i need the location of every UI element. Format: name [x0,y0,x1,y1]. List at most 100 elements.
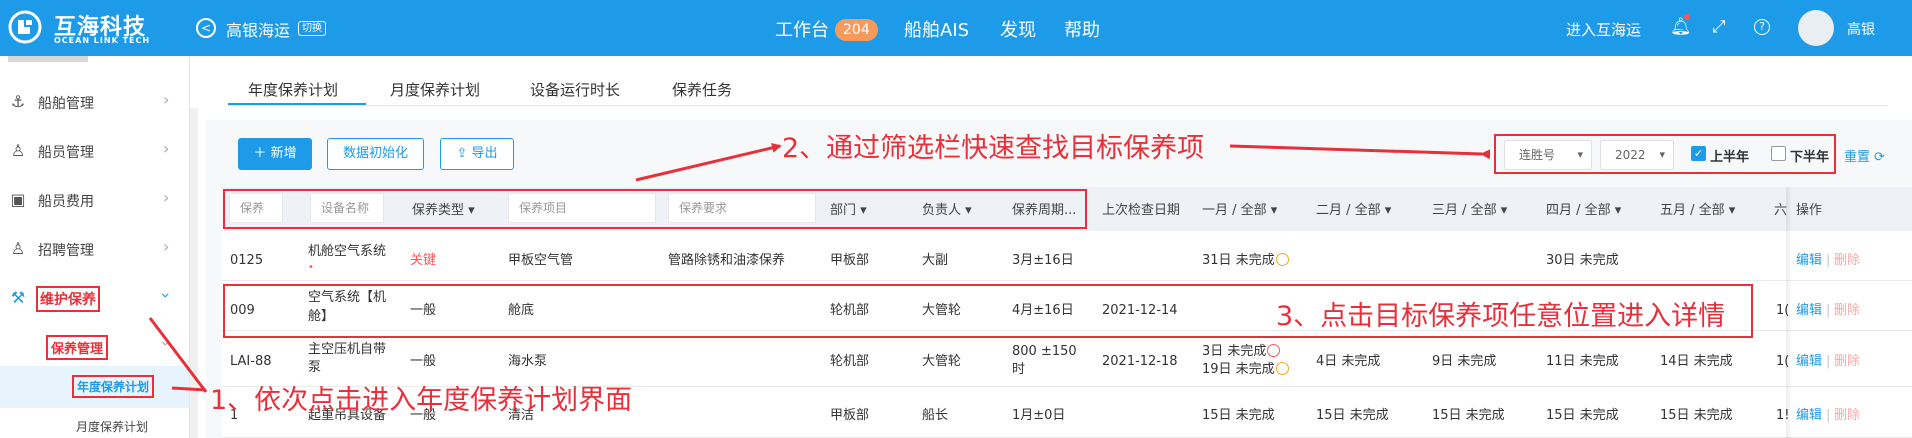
brand-subtitle: OCEAN LINK TECH [54,36,151,45]
m4-cell: 15日 未完成 [1546,408,1619,423]
sidebar-item-ship-management[interactable]: ⚓︎ 船舶管理 › [0,78,189,126]
year-select[interactable]: 2022 [1600,140,1674,170]
owner-cell: 大管轮 [922,303,962,318]
last-check-cell: 2021-12-14 [1102,303,1178,318]
sidebar: ⚓︎ 船舶管理 › ♙ 船员管理 › ▣ 船员费用 › ♙ 招聘管理 › ⚒ 维… [0,56,190,438]
key-marker-dot: • [308,262,314,273]
first-half-checkbox[interactable]: ✓ [1691,146,1706,161]
equipment-cell-line2: 泵 [308,360,322,375]
table-row[interactable]: 0125 机舱空气系统 • 关键 甲板空气管 管路除锈和油漆保养 甲板部 大副 … [222,231,1912,281]
nav-help[interactable]: 帮助 [1064,16,1100,42]
sidebar-sub-item-maintenance-management[interactable]: 保养管理 › [0,322,189,370]
sidebar-item-label: 船员管理 [38,145,94,161]
table-row[interactable]: LAI-88 主空压机自带 泵 一般 海水泵 轮机部 大管轮 800 ±150 … [222,331,1912,387]
back-icon[interactable]: < [196,18,216,38]
sidebar-item-maintenance[interactable]: ⚒ 维护保养 › [0,274,189,322]
code-cell: 1 [230,408,239,423]
tab-maintenance-task[interactable]: 保养任务 [672,79,732,100]
ship-select[interactable]: 连胜号 [1504,140,1592,170]
tab-monthly-plan[interactable]: 月度保养计划 [390,79,480,100]
m3-filter-header[interactable]: 三月 / 全部 ▾ [1432,199,1507,218]
edit-link[interactable]: 编辑 [1796,302,1822,319]
nav-discover[interactable]: 发现 [1000,16,1036,42]
bell-icon[interactable]: 🔔︎ [1670,17,1692,37]
code-filter-input[interactable]: 保养 [229,193,283,223]
m1-filter-header[interactable]: 一月 / 全部 ▾ [1202,199,1277,218]
delete-link[interactable]: 删除 [1834,302,1860,319]
nav-workbench[interactable]: 工作台 204 [775,16,878,42]
add-button[interactable]: ＋ 新增 [238,138,312,170]
requirement-filter-input[interactable]: 保养要求 [668,193,816,223]
user-name[interactable]: 高银 [1847,19,1875,39]
equipment-filter-input[interactable]: 设备名称 [310,193,384,223]
refresh-icon: ⟳ [1874,150,1885,165]
m5-filter-header[interactable]: 五月 / 全部 ▾ [1660,199,1735,218]
data-init-button[interactable]: 数据初始化 [327,138,424,170]
divider: | [1826,408,1831,423]
nav-ship-ais[interactable]: 船舶AIS [904,16,969,42]
code-cell: 009 [230,303,255,318]
delete-link[interactable]: 删除 [1834,252,1860,269]
item-cell: 清洁 [508,408,535,423]
export-button-label: 导出 [471,146,498,161]
tab-runtime[interactable]: 设备运行时长 [530,79,620,100]
sidebar-sub-sub-item-annual-plan[interactable]: 年度保养计划 [0,366,189,408]
chevron-right-icon: › [163,90,170,109]
top-header: 互海科技 OCEAN LINK TECH < 高银海运 切换 工作台 204 船舶… [0,0,1912,56]
user-icon: ♙ [10,141,26,160]
tab-active-indicator [228,103,366,105]
delete-link[interactable]: 删除 [1834,353,1860,370]
chevron-right-icon: › [163,237,170,256]
second-half-checkbox[interactable] [1771,146,1786,161]
owner-cell: 船长 [922,408,949,423]
dept-cell: 轮机部 [830,354,870,369]
sidebar-clipped-item [8,56,88,62]
type-filter-header[interactable]: 保养类型 ▾ [412,199,475,218]
reset-button[interactable]: 重置 ⟳ [1844,146,1885,165]
user-icon: ♙ [10,239,26,258]
item-filter-input[interactable]: 保养项目 [508,193,656,223]
sidebar-sub-sub-item-monthly-plan[interactable]: 月度保养计划 [0,408,189,438]
m4-cell: 30日 未完成 [1546,253,1619,268]
m1-cell: 3日 未完成 [1202,343,1281,360]
edit-link[interactable]: 编辑 [1796,407,1822,424]
sidebar-item-crew-expense[interactable]: ▣ 船员费用 › [0,176,189,224]
owner-header-label: 负责人 [922,203,962,218]
export-button[interactable]: ⇪ 导出 [440,138,514,170]
switch-company-button[interactable]: 切换 [298,21,326,36]
equipment-cell: 机舱空气系统 [308,244,387,259]
type-header-label: 保养类型 [412,203,465,218]
cycle-filter-header[interactable]: 保养周期... [1012,199,1076,218]
fullscreen-icon[interactable]: ⤢ [1712,17,1726,37]
m3-cell: 9日 未完成 [1432,354,1497,369]
edit-link[interactable]: 编辑 [1796,353,1822,370]
fixed-column-shadow [1786,187,1792,438]
m3-cell: 15日 未完成 [1432,408,1505,423]
m4-filter-header[interactable]: 四月 / 全部 ▾ [1546,199,1621,218]
upload-icon: ⇪ [456,146,472,161]
enter-hulian-link[interactable]: 进入互海运 [1566,19,1641,40]
dept-filter-header[interactable]: 部门 ▾ [830,199,867,218]
owner-filter-header[interactable]: 负责人 ▾ [922,199,972,218]
m1-cell: 31日 未完成 [1202,252,1289,269]
help-icon[interactable]: ? [1754,19,1770,35]
sidebar-item-label: 船员费用 [38,194,94,210]
type-cell: 一般 [410,354,437,369]
sidebar-item-recruitment[interactable]: ♙ 招聘管理 › [0,225,189,273]
tab-annual-plan[interactable]: 年度保养计划 [248,79,338,100]
m2-filter-header[interactable]: 二月 / 全部 ▾ [1316,199,1391,218]
avatar[interactable] [1798,10,1834,46]
sidebar-item-crew-management[interactable]: ♙ 船员管理 › [0,127,189,175]
sidebar-scrollbar[interactable] [190,108,198,438]
sidebar-item-label: 维护保养 [36,286,100,312]
m1-status: 31日 未完成 [1202,253,1275,268]
m2-header-label: 二月 / 全部 [1316,203,1381,218]
table-row[interactable]: 009 空气系统【机 舱】 一般 舱底 轮机部 大管轮 4月±16日 2021-… [222,281,1912,331]
chevron-right-icon: › [163,188,170,207]
sidebar-item-label: 船舶管理 [38,96,94,112]
edit-link[interactable]: 编辑 [1796,252,1822,269]
table-row[interactable]: 1 起重吊具设备 一般 清洁 甲板部 船长 1月±0日 15日 未完成 15日 … [222,387,1912,438]
delete-link[interactable]: 删除 [1834,407,1860,424]
anchor-icon: ⚓︎ [10,92,26,111]
ocean-link-logo [8,10,42,44]
